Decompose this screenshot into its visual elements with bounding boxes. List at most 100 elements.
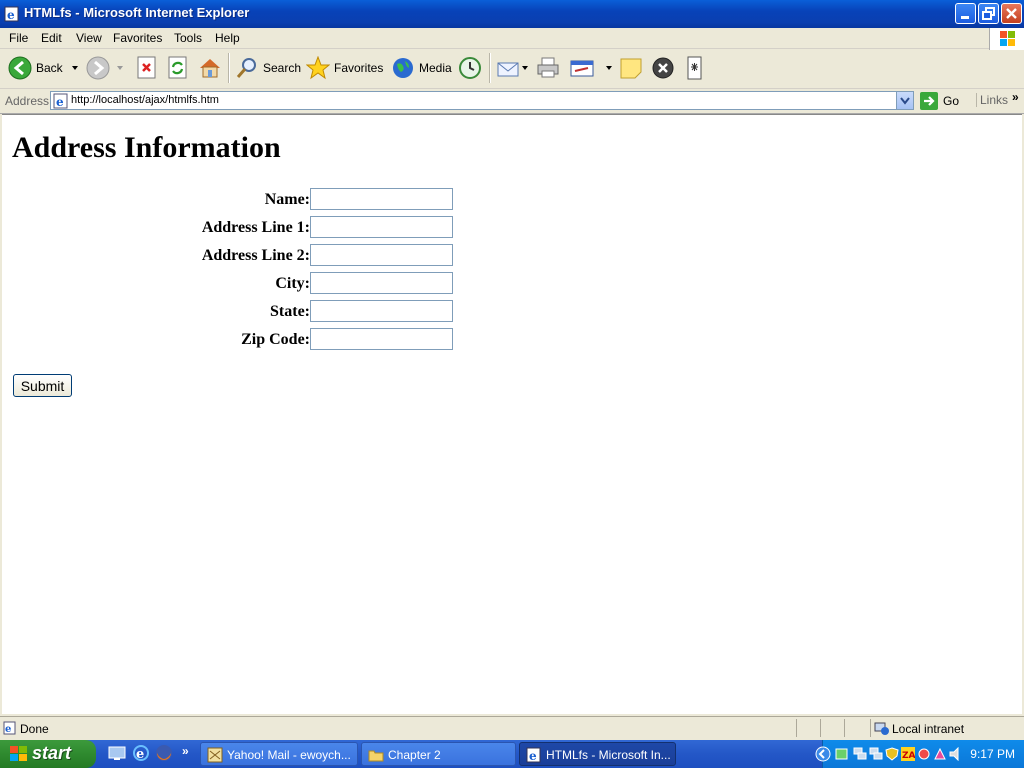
- status-divider: [844, 719, 845, 737]
- go-button[interactable]: Go: [920, 92, 959, 110]
- go-label: Go: [943, 94, 960, 108]
- address-line-2-input[interactable]: [310, 244, 453, 266]
- windows-flag-icon: [10, 746, 27, 761]
- address-field[interactable]: e: [50, 91, 914, 110]
- address-line-2-label: Address Line 2:: [201, 247, 310, 264]
- favorites-label: Favorites: [334, 61, 384, 75]
- address-dropdown-button[interactable]: [896, 92, 913, 109]
- links-toolbar[interactable]: Links: [976, 93, 1008, 107]
- standard-toolbar: Back Search Favorites Media: [0, 49, 1024, 89]
- tray-app-icon[interactable]: [933, 747, 947, 761]
- task-label: Chapter 2: [388, 748, 441, 762]
- field-row-address2: Address Line 2:: [10, 244, 310, 268]
- tray-app-icon[interactable]: [835, 747, 849, 761]
- speaker-icon[interactable]: [949, 747, 963, 761]
- ie-window: e HTMLfs - Microsoft Internet Explorer F…: [0, 0, 1024, 740]
- edit-page-icon: [570, 60, 594, 77]
- chevron-down-icon: [71, 66, 78, 70]
- address-line-1-input[interactable]: [310, 216, 453, 238]
- intranet-globe-icon: [874, 722, 889, 735]
- back-button[interactable]: Back: [8, 53, 81, 83]
- menu-favorites[interactable]: Favorites: [113, 31, 162, 45]
- menu-tools[interactable]: Tools: [174, 31, 202, 45]
- stop-button[interactable]: [136, 53, 158, 83]
- menu-edit[interactable]: Edit: [41, 31, 62, 45]
- edit-button[interactable]: [570, 53, 616, 83]
- network-icon[interactable]: [853, 747, 867, 761]
- mail-icon: [497, 62, 519, 77]
- firefox-icon[interactable]: [155, 744, 173, 762]
- chevron-right-icon[interactable]: »: [1012, 90, 1019, 104]
- close-icon: [1006, 8, 1017, 19]
- svg-text:e: e: [7, 8, 15, 22]
- ie-quick-launch-icon[interactable]: e: [132, 744, 150, 762]
- zonealarm-icon[interactable]: ZA: [901, 747, 915, 761]
- city-input[interactable]: [310, 272, 453, 294]
- task-yahoo-mail[interactable]: Yahoo! Mail - ewoych...: [200, 742, 358, 766]
- page-status-icon: e: [3, 721, 16, 735]
- star-icon: [306, 56, 330, 80]
- close-button[interactable]: [1001, 3, 1022, 24]
- show-desktop-icon[interactable]: [108, 744, 126, 762]
- security-zone-text: Local intranet: [892, 722, 965, 736]
- status-divider: [796, 719, 797, 737]
- folder-icon: [368, 750, 384, 762]
- minimize-button[interactable]: [955, 3, 976, 24]
- restore-button[interactable]: [978, 3, 999, 24]
- network-icon[interactable]: [869, 747, 883, 761]
- media-label: Media: [419, 61, 452, 75]
- toolbar-separator: [228, 53, 230, 83]
- tray-expand-icon[interactable]: [815, 746, 831, 762]
- ie-page-icon: e: [526, 747, 541, 763]
- history-button[interactable]: [458, 53, 482, 83]
- printer-icon: [537, 57, 559, 78]
- task-chapter-2[interactable]: Chapter 2: [361, 742, 516, 766]
- taskbar: start e » Yahoo! Mail - ewoych... Chapte…: [0, 740, 1024, 768]
- address-bar: Address e Go Links »: [0, 89, 1024, 114]
- name-input[interactable]: [310, 188, 453, 210]
- restore-icon: [982, 7, 995, 20]
- city-label: City:: [275, 275, 310, 292]
- home-button[interactable]: [198, 53, 222, 83]
- discuss-button[interactable]: [619, 53, 643, 83]
- task-htmlfs-ie[interactable]: e HTMLfs - Microsoft In...: [519, 742, 676, 766]
- start-button[interactable]: start: [0, 740, 96, 768]
- submit-button[interactable]: Submit: [13, 374, 72, 397]
- chevron-down-icon: [900, 97, 910, 105]
- menu-help[interactable]: Help: [215, 31, 240, 45]
- tray-app-icon[interactable]: [917, 747, 931, 761]
- zip-code-input[interactable]: [310, 328, 453, 350]
- name-label: Name:: [264, 191, 310, 208]
- clock: 9:17 PM: [970, 747, 1015, 761]
- menu-file[interactable]: File: [9, 31, 28, 45]
- home-icon: [200, 59, 220, 78]
- menu-view[interactable]: View: [76, 31, 102, 45]
- media-button[interactable]: Media: [391, 53, 452, 83]
- sticky-note-icon: [620, 58, 642, 79]
- state-input[interactable]: [310, 300, 453, 322]
- print-button[interactable]: [536, 53, 560, 83]
- status-divider: [870, 719, 871, 737]
- status-bar: e Done Local intranet: [0, 716, 1024, 739]
- chevron-right-icon[interactable]: »: [182, 744, 189, 758]
- title-bar[interactable]: e HTMLfs - Microsoft Internet Explorer: [0, 0, 1024, 28]
- zip-code-label: Zip Code:: [241, 331, 310, 348]
- messenger-device-icon: [687, 56, 702, 80]
- refresh-button[interactable]: [167, 53, 189, 83]
- mail-button[interactable]: [496, 53, 530, 83]
- forward-button[interactable]: [86, 53, 126, 83]
- go-arrow-icon: [920, 92, 938, 110]
- messenger-button[interactable]: [686, 53, 704, 83]
- favorites-button[interactable]: Favorites: [306, 53, 383, 83]
- refresh-icon: [168, 56, 187, 79]
- search-button[interactable]: Search: [235, 53, 301, 83]
- close-circle-button[interactable]: [651, 53, 675, 83]
- svg-text:e: e: [136, 747, 144, 762]
- page-title: Address Information: [12, 131, 281, 164]
- address-input[interactable]: [71, 93, 891, 107]
- stop-icon: [137, 56, 156, 79]
- toolbar-separator: [489, 53, 491, 83]
- windows-logo: [989, 28, 1024, 50]
- task-label: HTMLfs - Microsoft In...: [546, 748, 671, 762]
- security-shield-icon[interactable]: [885, 747, 899, 761]
